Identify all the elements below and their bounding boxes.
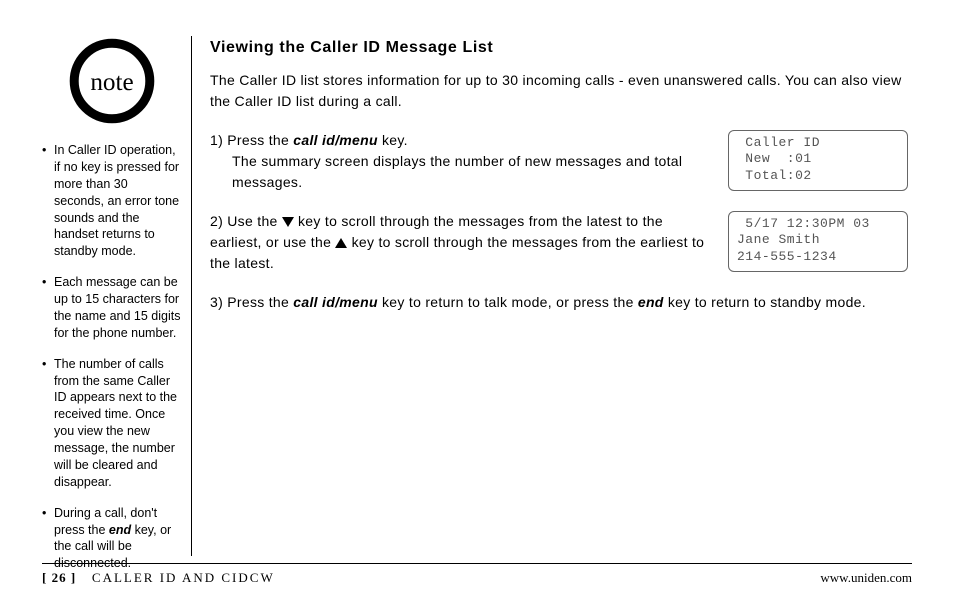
lcd-screen-summary: Caller ID New :01 Total:02 [728, 130, 908, 191]
lcd-line: 214-555-1234 [737, 249, 837, 264]
step-number: 1) [210, 132, 223, 148]
step-row-1: 1) Press the call id/menu key. The summa… [210, 130, 908, 193]
lcd-line: 5/17 12:30PM 03 [737, 216, 870, 231]
intro-paragraph: The Caller ID list stores information fo… [210, 70, 908, 112]
step-detail: The summary screen displays the number o… [210, 151, 710, 193]
section-title: CALLER ID AND CIDCW [92, 570, 275, 585]
lcd-column: 5/17 12:30PM 03 Jane Smith 214-555-1234 [728, 211, 908, 272]
note-item: During a call, don't press the end key, … [42, 505, 181, 573]
step-3: 3) Press the call id/menu key to return … [210, 292, 908, 313]
lcd-line: Jane Smith [737, 232, 820, 247]
section-heading: Viewing the Caller ID Message List [210, 36, 908, 60]
end-key-label: end [638, 294, 664, 310]
note-item: In Caller ID operation, if no key is pre… [42, 142, 181, 260]
page-body: note In Caller ID operation, if no key i… [42, 36, 912, 556]
step-text: Press the [227, 294, 293, 310]
note-item: Each message can be up to 15 characters … [42, 274, 181, 342]
lcd-column: Caller ID New :01 Total:02 [728, 130, 908, 191]
step-number: 3) [210, 294, 223, 310]
step-1: 1) Press the call id/menu key. The summa… [210, 130, 710, 193]
lcd-screen-detail: 5/17 12:30PM 03 Jane Smith 214-555-1234 [728, 211, 908, 272]
step-text: key to return to talk mode, or press the [378, 294, 638, 310]
step-text: key to return to standby mode. [664, 294, 866, 310]
step-text: Press the [227, 132, 293, 148]
step-row-3: 3) Press the call id/menu key to return … [210, 292, 908, 313]
call-id-menu-key-label: call id/menu [293, 132, 378, 148]
step-text: key. [378, 132, 408, 148]
footer-url: www.uniden.com [820, 570, 912, 586]
page-footer: [ 26 ] CALLER ID AND CIDCW www.uniden.co… [42, 563, 912, 586]
note-icon-label: note [90, 69, 133, 96]
end-key-label: end [109, 523, 131, 537]
up-arrow-icon [335, 238, 347, 248]
lcd-line: New :01 [737, 151, 812, 166]
note-list: In Caller ID operation, if no key is pre… [42, 142, 181, 572]
step-text: Use the [227, 213, 282, 229]
step-row-2: 2) Use the key to scroll through the mes… [210, 211, 908, 274]
lcd-line: Caller ID [737, 135, 820, 150]
main-content: Viewing the Caller ID Message List The C… [210, 36, 912, 556]
lcd-line: Total:02 [737, 168, 812, 183]
note-sidebar: note In Caller ID operation, if no key i… [42, 36, 192, 556]
call-id-menu-key-label: call id/menu [293, 294, 378, 310]
note-item: The number of calls from the same Caller… [42, 356, 181, 491]
step-2: 2) Use the key to scroll through the mes… [210, 211, 710, 274]
down-arrow-icon [282, 217, 294, 227]
page-number: [ 26 ] [42, 570, 76, 585]
step-number: 2) [210, 213, 223, 229]
footer-left: [ 26 ] CALLER ID AND CIDCW [42, 570, 275, 586]
note-icon: note [67, 36, 157, 126]
